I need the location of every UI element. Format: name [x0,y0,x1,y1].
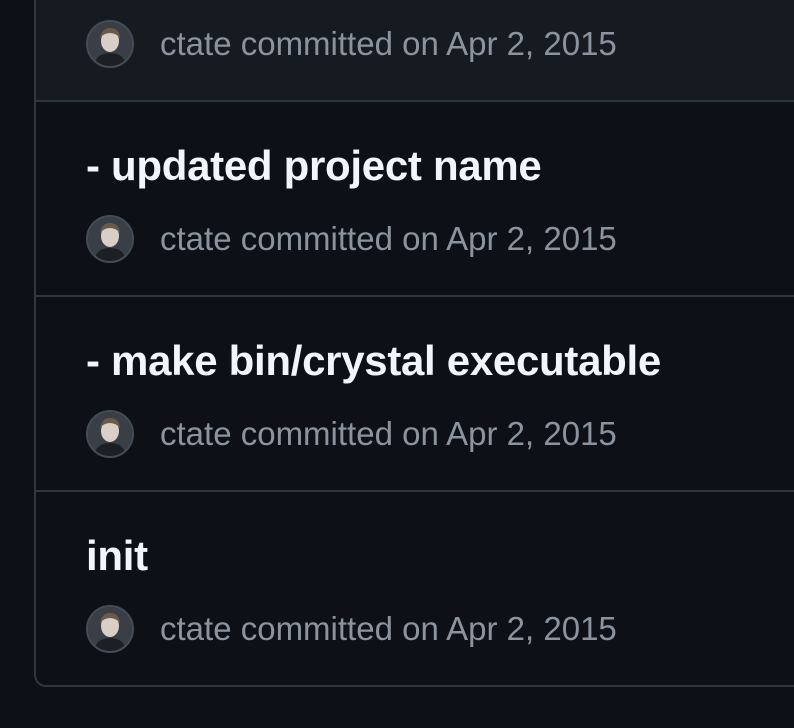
commit-title[interactable]: - make bin/crystal executable [86,337,661,385]
commit-author-line: ctate committed on Apr 2, 2015 [160,220,617,258]
commit-history-page: ctate committed on Apr 2, 2015 - updated… [0,0,794,728]
commit-author[interactable]: ctate [160,25,232,62]
commit-date: on Apr 2, 2015 [402,610,617,647]
commit-title[interactable]: init [86,532,148,580]
commit-verb: committed [240,25,393,62]
commit-verb: committed [240,415,393,452]
commit-author[interactable]: ctate [160,610,232,647]
user-avatar-icon[interactable] [86,215,134,263]
commit-title[interactable]: - updated project name [86,142,542,190]
commit-list: ctate committed on Apr 2, 2015 - updated… [34,0,794,687]
commit-meta: ctate committed on Apr 2, 2015 [86,18,617,70]
commit-row[interactable]: - make bin/crystal executable ctate comm… [36,297,794,492]
commit-row[interactable]: ctate committed on Apr 2, 2015 [36,0,794,102]
commit-author-line: ctate committed on Apr 2, 2015 [160,25,617,63]
commit-meta: ctate committed on Apr 2, 2015 [86,213,617,265]
commit-date: on Apr 2, 2015 [402,25,617,62]
commit-row[interactable]: - updated project name ctate committed o… [36,102,794,297]
commit-verb: committed [240,220,393,257]
commit-meta: ctate committed on Apr 2, 2015 [86,603,617,655]
commit-verb: committed [240,610,393,647]
commit-row[interactable]: init ctate committed on Apr 2, 2015 [36,492,794,685]
user-avatar-icon[interactable] [86,410,134,458]
commit-author-line: ctate committed on Apr 2, 2015 [160,610,617,648]
user-avatar-icon[interactable] [86,20,134,68]
commit-author-line: ctate committed on Apr 2, 2015 [160,415,617,453]
user-avatar-icon[interactable] [86,605,134,653]
commit-meta: ctate committed on Apr 2, 2015 [86,408,617,460]
commit-author[interactable]: ctate [160,415,232,452]
commit-date: on Apr 2, 2015 [402,220,617,257]
commit-author[interactable]: ctate [160,220,232,257]
commit-date: on Apr 2, 2015 [402,415,617,452]
